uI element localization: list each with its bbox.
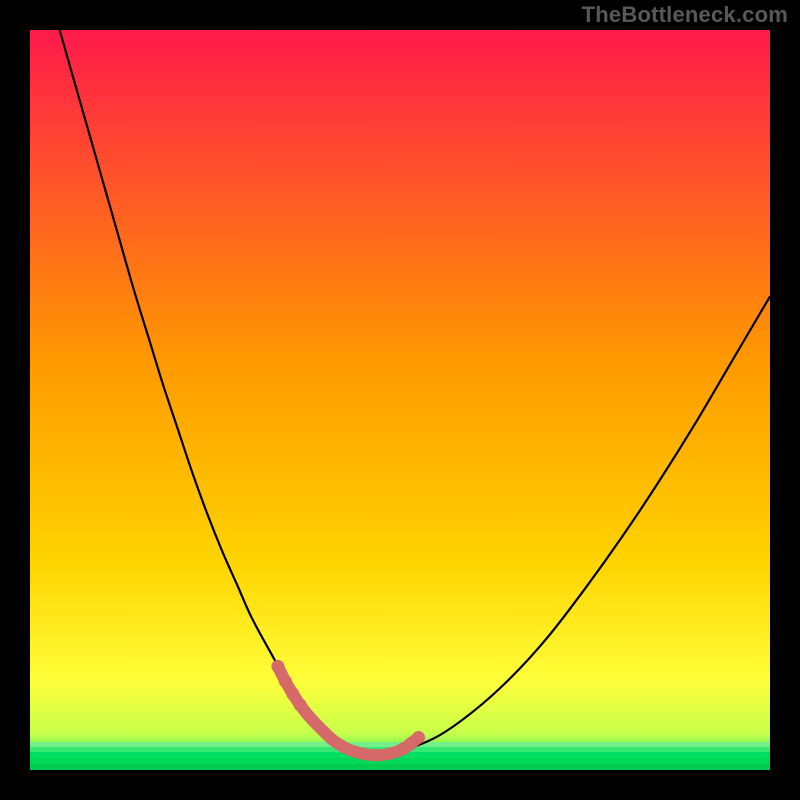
highlight-dot bbox=[279, 675, 292, 688]
watermark-text: TheBottleneck.com bbox=[582, 2, 788, 28]
chart-svg bbox=[0, 0, 800, 800]
chart-frame: TheBottleneck.com bbox=[0, 0, 800, 800]
highlight-dot bbox=[412, 731, 425, 744]
plot-background bbox=[30, 30, 770, 770]
highlight-dot bbox=[294, 698, 307, 711]
highlight-dot bbox=[286, 687, 299, 700]
highlight-dot bbox=[271, 660, 284, 673]
